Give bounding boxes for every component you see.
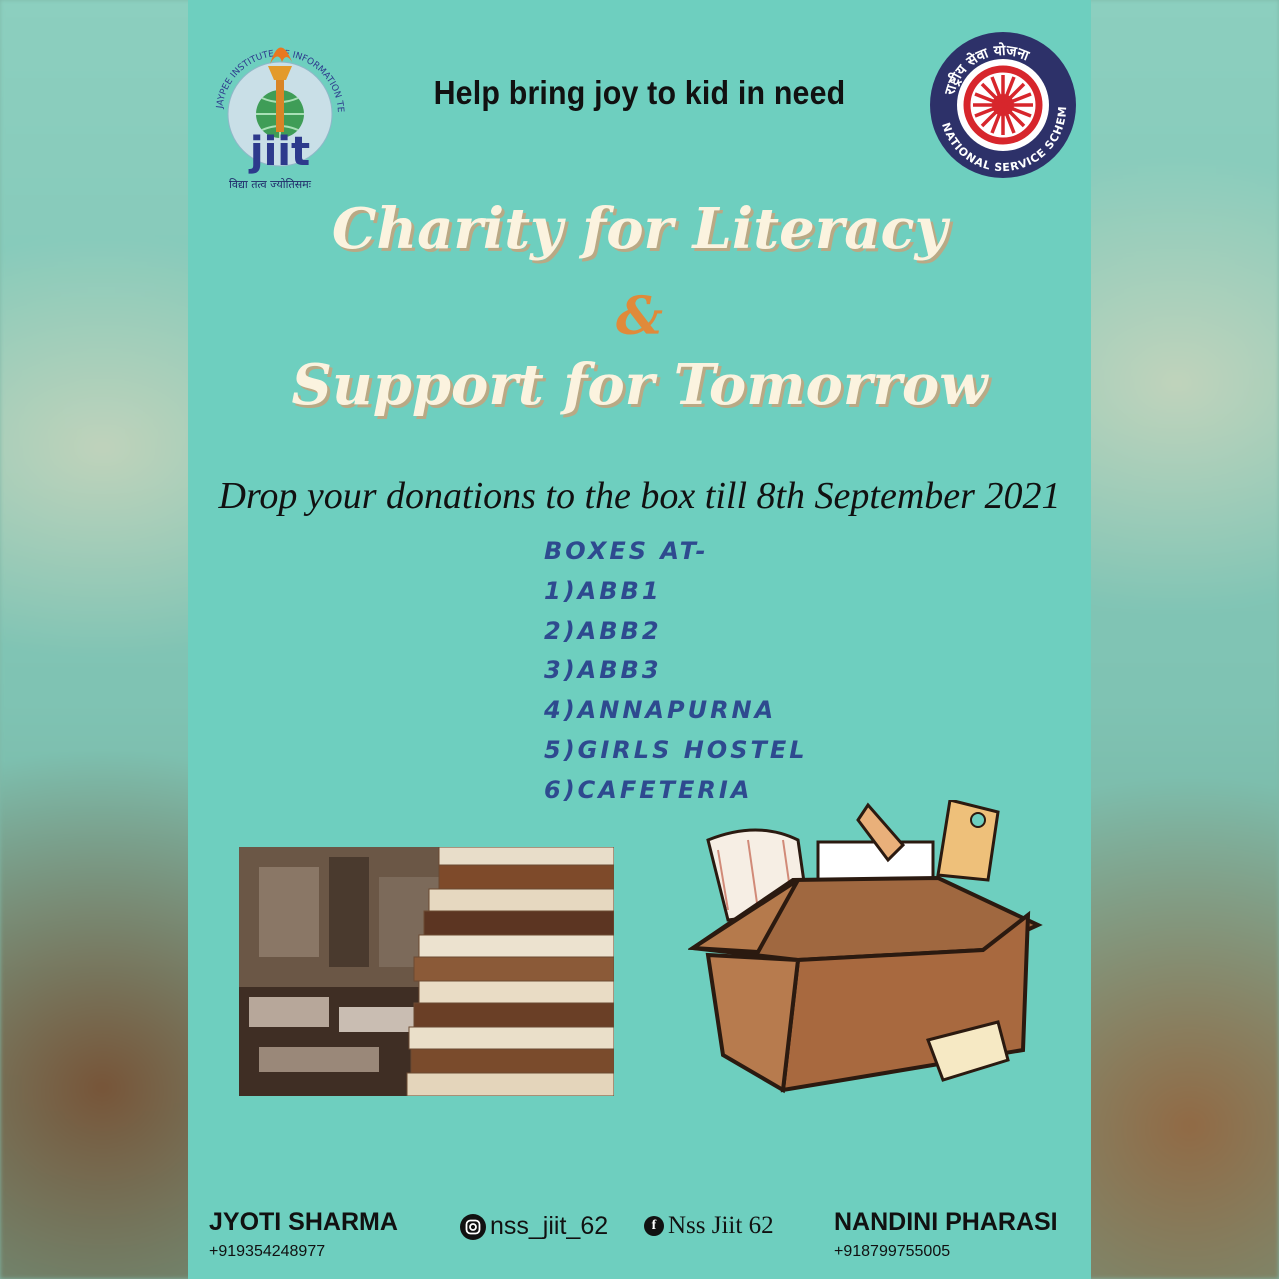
facebook-handle[interactable]: f Nss Jiit 62 <box>644 1212 774 1240</box>
box-locations-heading: BOXES AT- <box>544 537 709 565</box>
poster: JAYPEE INSTITUTE OF INFORMATION TECHNOLO… <box>188 0 1091 1279</box>
contact-left-phone: +919354248977 <box>209 1243 326 1260</box>
title-line-2: Support for Tomorrow <box>291 352 988 418</box>
contact-right-name: NANDINI PHARASI <box>834 1208 1058 1236</box>
box-location-item: 2)ABB2 <box>544 616 662 645</box>
donation-deadline: Drop your donations to the box till 8th … <box>218 475 1061 517</box>
title-line-1: Charity for Literacy <box>331 196 948 262</box>
facebook-label: Nss Jiit 62 <box>668 1212 774 1239</box>
books-photo <box>239 847 614 1096</box>
facebook-icon: f <box>644 1216 664 1236</box>
instagram-handle[interactable]: nss_jiit_62 <box>460 1212 608 1241</box>
contact-left: JYOTI SHARMA +919354248977 <box>209 1208 398 1261</box>
svg-text:विद्या तत्व ज्योतिसमः: विद्या तत्व ज्योतिसमः <box>229 178 312 191</box>
box-location-item: 3)ABB3 <box>544 656 662 685</box>
instagram-label: nss_jiit_62 <box>490 1212 609 1240</box>
box-location-item: 4)ANNAPURNA <box>544 696 777 725</box>
instagram-icon <box>460 1213 486 1240</box>
contact-left-name: JYOTI SHARMA <box>209 1208 398 1236</box>
contact-right-phone: +918799755005 <box>834 1243 951 1260</box>
box-location-item: 5)GIRLS HOSTEL <box>544 735 808 764</box>
box-location-item: 1)ABB1 <box>544 576 662 605</box>
svg-text:jiit: jiit <box>248 129 310 175</box>
contact-right: NANDINI PHARASI +918799755005 <box>834 1208 1058 1261</box>
box-locations-list: BOXES AT- 1)ABB1 2)ABB2 3)ABB3 4)ANNAPUR… <box>544 532 808 811</box>
donation-box-illustration <box>688 800 1043 1094</box>
title-ampersand: & <box>616 286 663 347</box>
tagline: Help bring joy to kid in need <box>433 74 846 111</box>
